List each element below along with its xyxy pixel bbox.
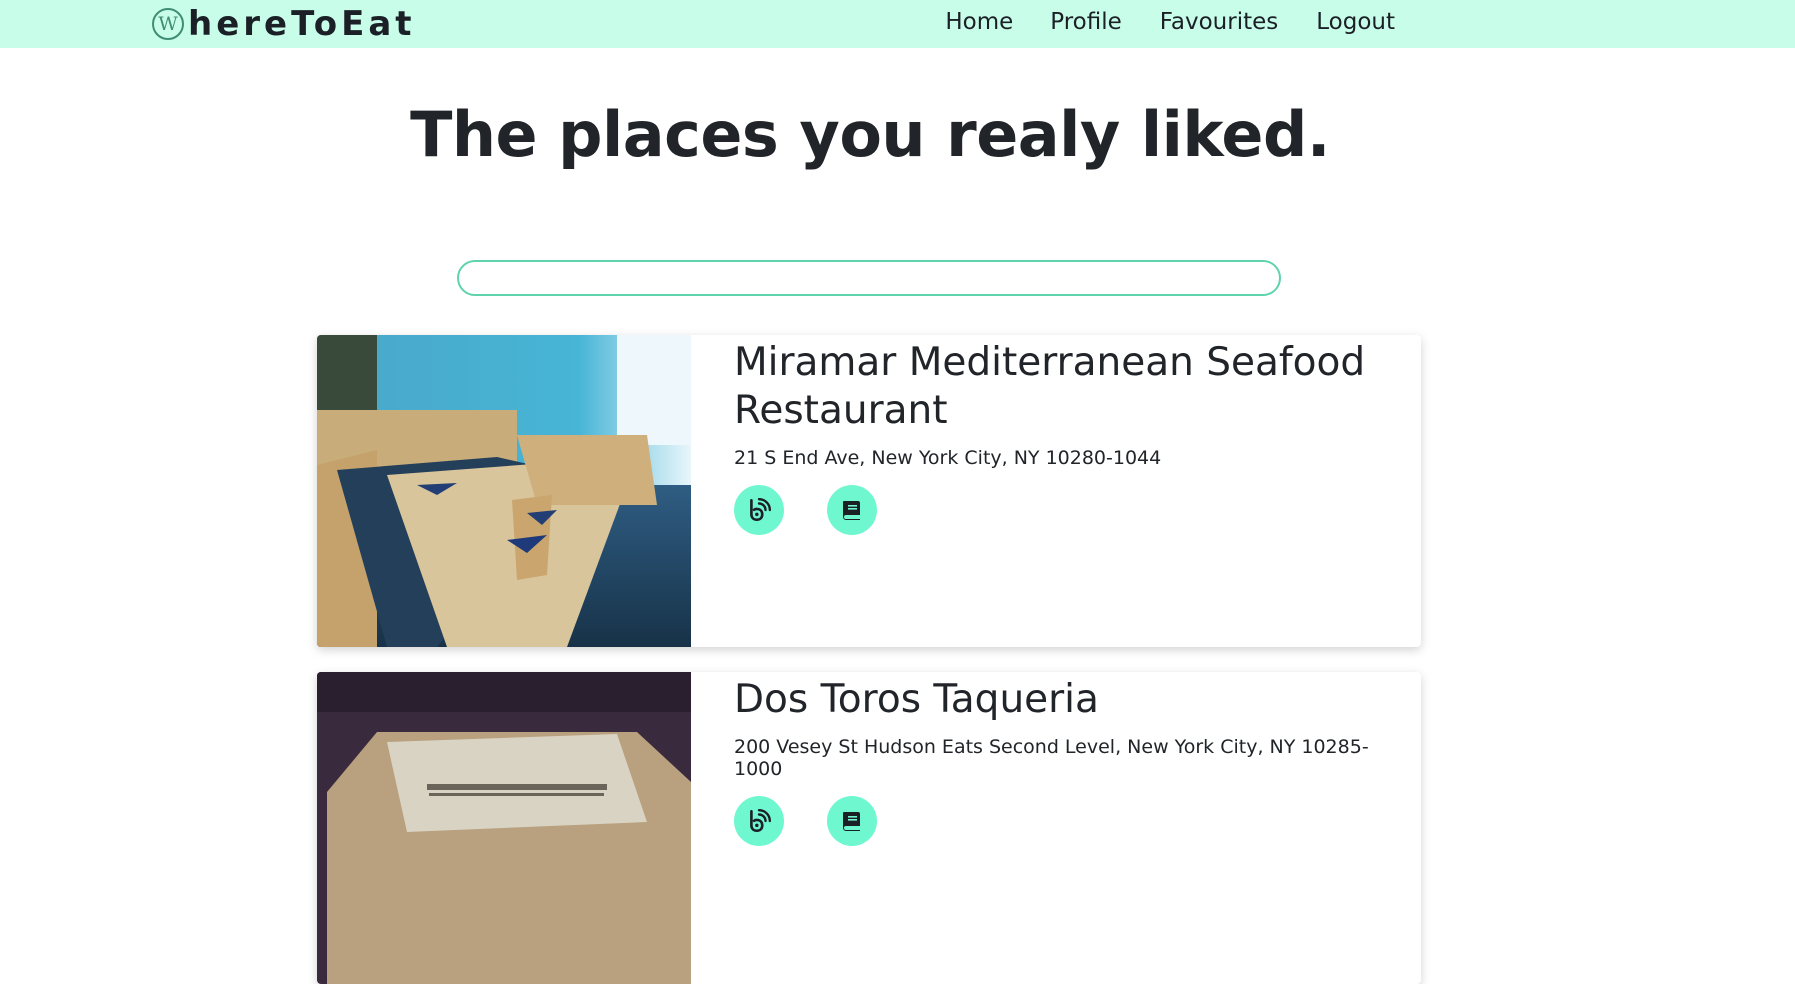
brand-w-icon: W — [152, 8, 184, 40]
restaurant-card[interactable]: Miramar Mediterranean Seafood Restaurant… — [317, 335, 1421, 647]
menu-book-icon[interactable] — [827, 485, 877, 535]
restaurant-photo — [317, 672, 691, 984]
search-input[interactable] — [457, 260, 1281, 296]
restaurant-name[interactable]: Miramar Mediterranean Seafood Restaurant — [734, 335, 1401, 435]
menu-book-glyph — [843, 501, 860, 520]
restaurant-photo — [317, 335, 691, 647]
location-dot-icon[interactable] — [734, 796, 784, 846]
restaurant-actions — [734, 485, 1401, 535]
restaurant-card-body: Miramar Mediterranean Seafood Restaurant… — [734, 335, 1401, 535]
nav-home-link[interactable]: Home — [945, 9, 1013, 35]
restaurant-card[interactable]: Dos Toros Taqueria 200 Vesey St Hudson E… — [317, 672, 1421, 984]
restaurant-actions — [734, 796, 1401, 846]
brand-name: hereToEat — [188, 4, 416, 44]
page-title: The places you realy liked. — [410, 98, 1330, 171]
restaurant-address: 200 Vesey St Hudson Eats Second Level, N… — [734, 736, 1369, 780]
nav-favourites-link[interactable]: Favourites — [1160, 9, 1278, 35]
location-dot-glyph — [750, 497, 772, 522]
nav-logout-link[interactable]: Logout — [1316, 9, 1395, 35]
location-dot-glyph — [750, 808, 772, 833]
restaurant-name[interactable]: Dos Toros Taqueria — [734, 672, 1401, 724]
nav-links: Home Profile Favourites Logout — [945, 9, 1395, 35]
restaurant-address: 21 S End Ave, New York City, NY 10280-10… — [734, 447, 1162, 469]
menu-book-icon[interactable] — [827, 796, 877, 846]
location-dot-icon[interactable] — [734, 485, 784, 535]
restaurant-card-body: Dos Toros Taqueria 200 Vesey St Hudson E… — [734, 672, 1401, 846]
brand-logo[interactable]: W hereToEat — [152, 4, 416, 44]
nav-profile-link[interactable]: Profile — [1050, 9, 1122, 35]
menu-book-glyph — [843, 812, 860, 831]
